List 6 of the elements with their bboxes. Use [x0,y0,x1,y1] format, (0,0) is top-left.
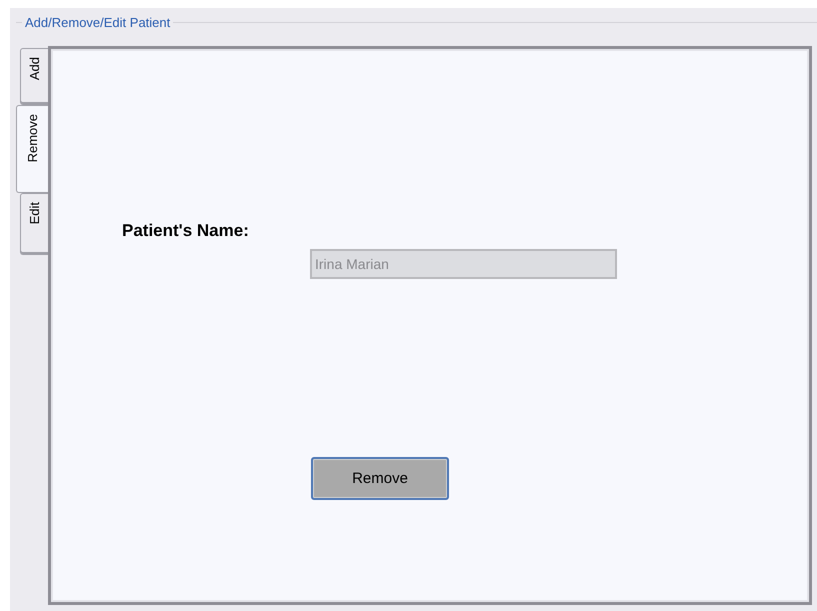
remove-button[interactable]: Remove [311,457,449,500]
field-label: Patient's Name: [122,221,249,241]
tab[interactable]: Remove [16,105,48,193]
group-title: Add/Remove/Edit Patient [24,14,172,30]
tab[interactable]: Edit [20,193,48,255]
tab[interactable]: Add [20,48,48,105]
